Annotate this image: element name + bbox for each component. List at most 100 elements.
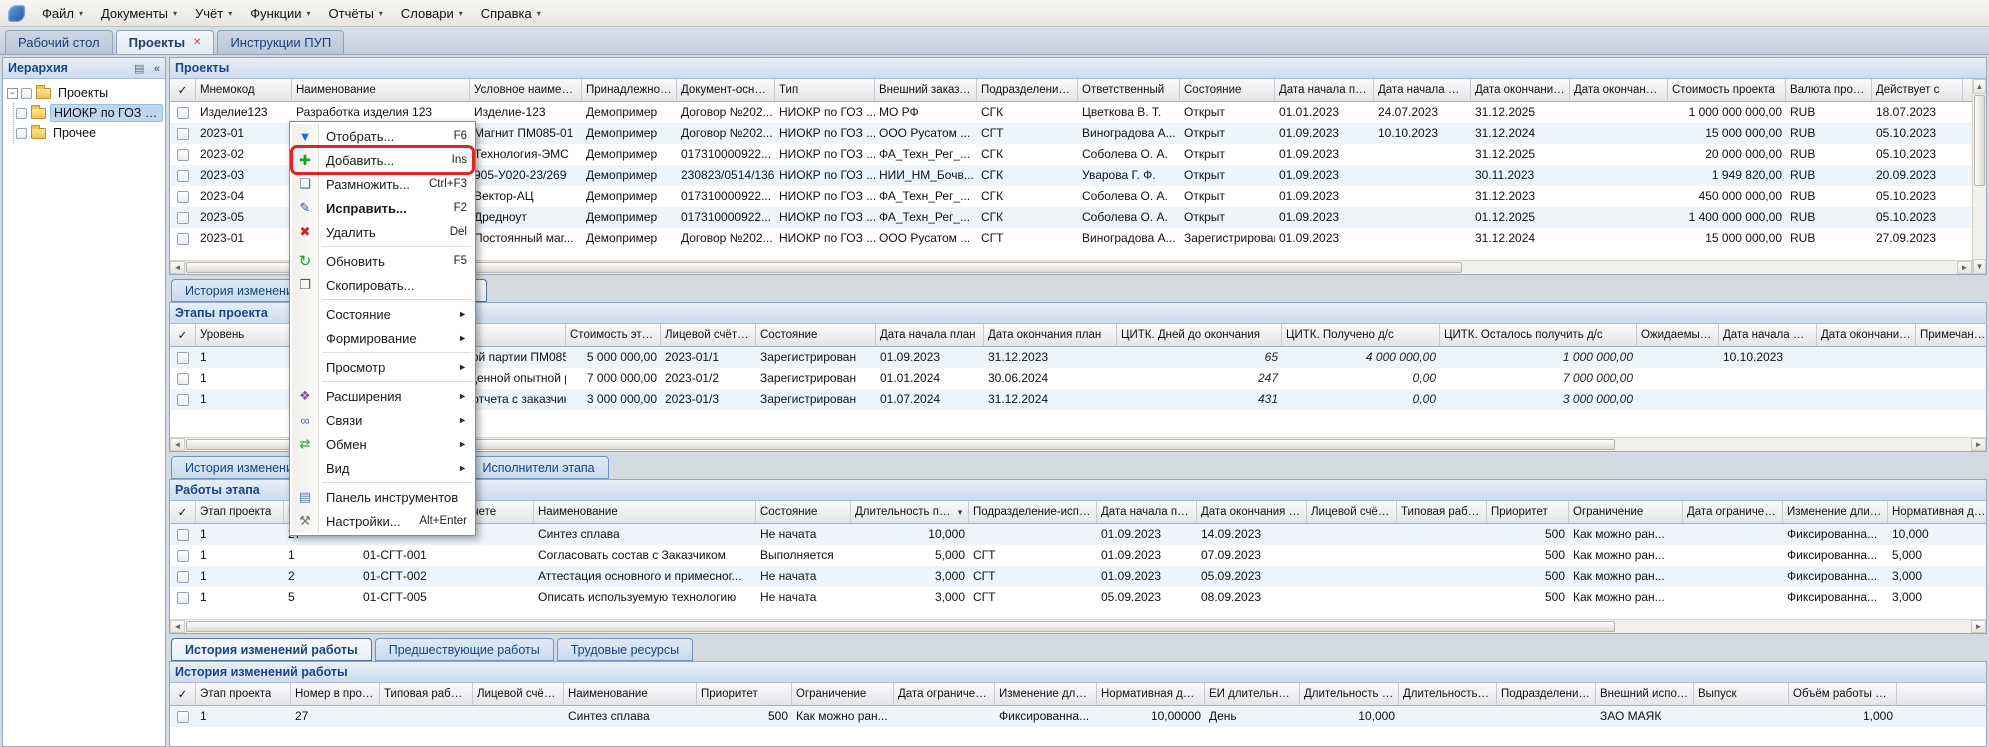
column-header-check[interactable]: ✓ <box>170 79 196 101</box>
tab-desktop[interactable]: Рабочий стол <box>5 30 113 54</box>
context-menu-item-formation[interactable]: Формирование► <box>292 326 473 350</box>
tree-checkbox[interactable] <box>21 88 32 99</box>
scroll-left-icon[interactable]: ◄ <box>170 438 185 451</box>
column-header-state[interactable]: Состояние <box>756 324 876 346</box>
column-header-citk-remaining[interactable]: ЦИТК. Осталось получить д/с <box>1440 324 1637 346</box>
column-header-constraint[interactable]: Ограничение <box>792 683 894 705</box>
column-header-output[interactable]: Выпуск <box>1694 683 1789 705</box>
column-header-duration-plan[interactable]: Длительность план <box>1300 683 1399 705</box>
column-header-note[interactable]: Примечание <box>1916 324 1986 346</box>
context-menu-item-preview[interactable]: Просмотр► <box>292 355 473 379</box>
row-checkbox[interactable] <box>177 149 189 161</box>
column-header-department-executor[interactable]: Подразделение-исполнитель <box>969 501 1097 523</box>
column-header-currency[interactable]: Валюта проекта <box>1786 79 1872 101</box>
menubar-item-help[interactable]: Справка▾ <box>472 0 550 26</box>
row-checkbox[interactable] <box>177 233 189 245</box>
column-header-date-end-plan[interactable]: Дата окончания план. <box>1471 79 1570 101</box>
column-header-normative-duration[interactable]: Нормативная длительность <box>1888 501 1986 523</box>
column-header-expected-results[interactable]: Ожидаемые результаты <box>1637 324 1719 346</box>
context-menu-item-toolbar-panel[interactable]: ▤Панель инструментов <box>292 485 473 509</box>
column-header-duration-fact[interactable]: Длительность факт <box>1399 683 1497 705</box>
column-header-date-start-plan[interactable]: Дата начала план. <box>1275 79 1374 101</box>
row-checkbox[interactable] <box>177 373 189 385</box>
column-header-stage-cost[interactable]: Стоимость этапа <box>566 324 661 346</box>
expander-icon[interactable]: − <box>7 88 18 99</box>
menubar-item-functions[interactable]: Функции▾ <box>241 0 319 26</box>
menubar-item-file[interactable]: Файл▾ <box>33 0 92 26</box>
column-header-cost-account[interactable]: Лицевой счёт затр <box>1307 501 1397 523</box>
column-header-priority[interactable]: Приоритет <box>1487 501 1569 523</box>
column-header-state[interactable]: Состояние <box>756 501 851 523</box>
context-menu-item-settings[interactable]: ⚒Настройки...Alt+Enter <box>292 509 473 533</box>
row-checkbox[interactable] <box>177 711 189 723</box>
column-header-date-end-fact[interactable]: Дата окончания ф <box>1817 324 1916 346</box>
row-checkbox[interactable] <box>177 550 189 562</box>
column-header-project-stage[interactable]: Этап проекта <box>196 683 291 705</box>
column-header-type[interactable]: Тип <box>775 79 875 101</box>
section-tab-preceding-works[interactable]: Предшествующие работы <box>375 638 554 661</box>
menubar-item-documents[interactable]: Документы▾ <box>92 0 186 26</box>
row-select-cell[interactable] <box>170 347 196 368</box>
row-checkbox[interactable] <box>177 352 189 364</box>
column-header-date-start-plan[interactable]: Дата начала план <box>876 324 984 346</box>
column-header-citk-days-left[interactable]: ЦИТК. Дней до окончания <box>1117 324 1282 346</box>
context-menu-item-refresh[interactable]: ↻ОбновитьF5 <box>292 249 473 273</box>
column-header-account[interactable]: Лицевой счёт затрат. <box>661 324 756 346</box>
column-header-date-end-plan[interactable]: Дата окончания план <box>1197 501 1307 523</box>
column-header-name[interactable]: Наименование <box>292 79 470 101</box>
panel-grid-icon[interactable]: ▤ <box>134 63 144 75</box>
column-header-department[interactable]: Подразделение-ответственный <box>977 79 1078 101</box>
column-header-check[interactable]: ✓ <box>170 501 196 523</box>
grid-row[interactable]: 1501-СГТ-005Описать используемую техноло… <box>170 587 1986 608</box>
context-menu-item-duplicate[interactable]: ❏Размножить...Ctrl+F3 <box>292 172 473 196</box>
tree-checkbox[interactable] <box>16 108 27 119</box>
column-header-external-executor[interactable]: Внешний исполнитель <box>1596 683 1694 705</box>
context-menu-item-extensions[interactable]: ❖Расширения► <box>292 384 473 408</box>
column-header-ownership[interactable]: Принадлежность <box>582 79 677 101</box>
row-checkbox[interactable] <box>177 212 189 224</box>
menubar-item-accounting[interactable]: Учёт▾ <box>186 0 241 26</box>
context-menu-item-links[interactable]: ∞Связи► <box>292 408 473 432</box>
column-header-duration-unit[interactable]: ЕИ длительности <box>1205 683 1300 705</box>
tree-item-other[interactable]: Прочее <box>16 123 163 143</box>
tab-pup-instructions[interactable]: Инструкции ПУП <box>217 30 344 54</box>
scroll-right-icon[interactable]: ► <box>1971 438 1986 451</box>
column-header-typical-work[interactable]: Типовая работа <box>1397 501 1487 523</box>
column-header-date-end-fact[interactable]: Дата окончания факт. <box>1570 79 1668 101</box>
column-header-check[interactable]: ✓ <box>170 324 196 346</box>
column-header-responsible[interactable]: Ответственный <box>1078 79 1180 101</box>
column-header-citk-received[interactable]: ЦИТК. Получено д/с <box>1282 324 1440 346</box>
row-checkbox[interactable] <box>177 128 189 140</box>
scroll-left-icon[interactable]: ◄ <box>170 261 185 274</box>
tree-item-projects-root[interactable]: − Проекты <box>5 83 163 103</box>
column-header-basis-doc[interactable]: Документ-основание <box>677 79 775 101</box>
row-checkbox[interactable] <box>177 107 189 119</box>
context-menu-item-exchange[interactable]: ⇄Обмен► <box>292 432 473 456</box>
scroll-right-icon[interactable]: ► <box>1957 261 1972 274</box>
scroll-left-icon[interactable]: ◄ <box>170 620 185 633</box>
vertical-scrollbar[interactable]: ▲ ▼ <box>1972 79 1986 274</box>
grid-row[interactable]: 1101-СГТ-001Согласовать состав с Заказчи… <box>170 545 1986 566</box>
grid-row[interactable]: 1201-СГТ-002Аттестация основного и приме… <box>170 566 1986 587</box>
horizontal-scrollbar[interactable]: ◄ ► <box>170 619 1986 633</box>
tree-checkbox[interactable] <box>16 128 27 139</box>
row-select-cell[interactable] <box>170 102 196 123</box>
row-select-cell[interactable] <box>170 545 196 566</box>
column-header-project-stage[interactable]: Этап проекта <box>196 501 284 523</box>
column-header-constraint-date[interactable]: Дата ограничения <box>1683 501 1783 523</box>
context-menu-item-add[interactable]: ✚Добавить...Ins <box>292 148 473 172</box>
column-header-state[interactable]: Состояние <box>1180 79 1275 101</box>
scrollbar-thumb[interactable] <box>1974 95 1985 186</box>
tab-close-icon[interactable]: ✕ <box>193 37 201 48</box>
row-select-cell[interactable] <box>170 186 196 207</box>
row-select-cell[interactable] <box>170 566 196 587</box>
context-menu-item-edit[interactable]: ✎Исправить...F2 <box>292 196 473 220</box>
scroll-down-icon[interactable]: ▼ <box>1973 259 1986 274</box>
column-header-level[interactable]: Уровень <box>196 324 291 346</box>
collapse-panel-icon[interactable]: « <box>154 63 160 75</box>
column-header-typical-work[interactable]: Типовая работа <box>380 683 473 705</box>
context-menu-item-filter[interactable]: ▼Отобрать...F6 <box>292 124 473 148</box>
row-checkbox[interactable] <box>177 170 189 182</box>
row-select-cell[interactable] <box>170 524 196 545</box>
row-select-cell[interactable] <box>170 165 196 186</box>
